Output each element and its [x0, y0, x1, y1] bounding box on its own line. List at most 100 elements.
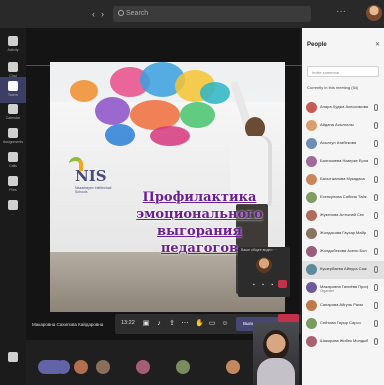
- participant-avatar: [306, 156, 317, 167]
- close-icon[interactable]: ✕: [375, 41, 380, 48]
- rail-label: Files: [9, 188, 17, 192]
- participant-avatar: [306, 228, 317, 239]
- participant-name: Анара Худжа Аспосимова: [320, 104, 368, 109]
- participant-name: Сапарова Айгуль Рахм: [320, 302, 363, 307]
- rail-activity[interactable]: Activity: [0, 32, 26, 58]
- self-preview-controls[interactable]: ▪ ▪ ▪: [253, 282, 276, 288]
- apps-icon: [8, 352, 18, 362]
- participant-avatar: [306, 120, 317, 131]
- participant-role: Organizer: [320, 289, 334, 293]
- more-icon: [8, 200, 18, 210]
- forward-arrow-icon[interactable]: ›: [101, 9, 104, 19]
- mic-icon: [374, 302, 378, 309]
- participant-avatar: [306, 318, 317, 329]
- assignments-icon: [8, 128, 18, 138]
- rail-files[interactable]: Files: [0, 172, 26, 198]
- participants-section-label[interactable]: Currently in this meeting (54): [307, 85, 358, 90]
- rail-calendar[interactable]: Calendar: [0, 100, 26, 126]
- participant-tile[interactable]: [226, 360, 240, 374]
- share-icon[interactable]: ⇪: [168, 319, 176, 328]
- participant-row[interactable]: Анара Худжа Аспосимова: [302, 99, 384, 117]
- back-arrow-icon[interactable]: ‹: [92, 9, 95, 19]
- participant-tile[interactable]: [176, 360, 190, 374]
- participant-row[interactable]: Бахытжанова Мукадаса: [302, 171, 384, 189]
- profile-avatar[interactable]: [366, 5, 382, 21]
- app-rail: Activity Chat Teams Calendar Assignments…: [0, 28, 26, 385]
- mic-icon: [374, 338, 378, 345]
- participant-avatar: [306, 336, 317, 347]
- participant-row[interactable]: Жолдасова Гаухар Майр: [302, 225, 384, 243]
- title-bar: ‹ › Search ···: [0, 0, 384, 28]
- participant-avatar: [306, 174, 317, 185]
- rail-label: Calls: [9, 164, 17, 168]
- participant-row[interactable]: Есенкулова Сабина Тайк: [302, 189, 384, 207]
- rail-label: ...: [11, 212, 15, 216]
- participant-avatar: [306, 138, 317, 149]
- rail-more[interactable]: ...: [0, 196, 26, 222]
- participant-name: Есенкулова Сабина Тайк: [320, 194, 367, 199]
- meeting-timer: 13:22: [121, 320, 135, 326]
- mic-icon[interactable]: ♪: [155, 319, 163, 328]
- participant-row[interactable]: Сапарова Айгуль Рахм: [302, 297, 384, 315]
- nis-logo: NIS Nazarbayev Intellectual Schools: [69, 157, 115, 194]
- participant-tile[interactable]: [74, 360, 88, 374]
- mic-icon: [374, 194, 378, 201]
- participant-bubble[interactable]: [38, 360, 64, 374]
- participant-list: Анара Худжа Аспосимова Айдана Асылгалы Асы…: [302, 99, 384, 351]
- people-title: People: [307, 42, 327, 48]
- chat-icon: [8, 62, 18, 72]
- invite-search-input[interactable]: Invite someone: [307, 66, 379, 77]
- rail-label: Calendar: [5, 116, 21, 120]
- mic-icon: [374, 140, 378, 147]
- participant-row[interactable]: Макаровна Галиёва ПрофилOrganizer: [302, 279, 384, 297]
- rail-apps[interactable]: [0, 348, 26, 374]
- participant-tile[interactable]: [136, 360, 150, 374]
- rail-assignments[interactable]: Assignments: [0, 124, 26, 150]
- participant-row[interactable]: Жолдыбекова Асель Бол: [302, 243, 384, 261]
- participant-name: Жолдасова Гаухар Майр: [320, 230, 367, 235]
- rail-label: Activity: [7, 48, 19, 52]
- participants-icon[interactable]: ☺: [221, 319, 229, 328]
- mic-icon: [374, 158, 378, 165]
- paint-splash: [95, 97, 130, 125]
- participant-avatar: [306, 246, 317, 257]
- participant-row[interactable]: Кушербаева Айнура Саж: [302, 261, 384, 279]
- participant-name: Жукенова Алтынай Сек: [320, 212, 364, 217]
- mic-icon: [374, 266, 378, 273]
- participant-name: Айдана Асылгалы: [320, 122, 354, 127]
- raise-hand-icon[interactable]: ✋: [195, 319, 204, 328]
- active-speaker-video[interactable]: [253, 322, 299, 385]
- self-avatar: [256, 257, 272, 273]
- more-icon[interactable]: ⋯: [181, 319, 189, 328]
- speaker-head: [263, 330, 289, 360]
- search-icon: [118, 10, 124, 16]
- participant-avatar: [306, 210, 317, 221]
- participant-row[interactable]: Асылгул Атабекова: [302, 135, 384, 153]
- participant-name: Балгазиева Назерке Ерлан: [320, 158, 368, 163]
- self-video-preview[interactable]: Ваше общее видео ··· ▪ ▪ ▪: [238, 247, 290, 297]
- search-input[interactable]: Search: [113, 6, 311, 22]
- rail-calls[interactable]: Calls: [0, 148, 26, 174]
- people-panel: People ✕ Invite someone Currently in thi…: [302, 28, 384, 385]
- rail-label: Assignments: [2, 140, 24, 144]
- nis-logo-subtitle: Nazarbayev Intellectual Schools: [75, 186, 112, 194]
- chat-icon[interactable]: ▭: [208, 319, 216, 328]
- mic-icon: [374, 230, 378, 237]
- participant-name: Шакирова Жибек Молдыбаев: [320, 338, 368, 343]
- camera-icon[interactable]: ▣: [142, 319, 150, 328]
- participant-row[interactable]: Шакирова Жибек Молдыбаев: [302, 333, 384, 351]
- paint-splash: [180, 102, 215, 128]
- stop-sharing-icon[interactable]: [278, 280, 287, 288]
- calendar-icon: [8, 104, 18, 114]
- participant-row[interactable]: Сейтова Гауыр Сарсо: [302, 315, 384, 333]
- more-options-icon[interactable]: ···: [336, 6, 346, 17]
- participant-avatar: [306, 192, 317, 203]
- participant-row[interactable]: Жукенова Алтынай Сек: [302, 207, 384, 225]
- participant-row[interactable]: Балгазиева Назерке Ерлан: [302, 153, 384, 171]
- teams-icon: [8, 81, 18, 91]
- participant-name: Кушербаева Айнура Саж: [320, 266, 367, 271]
- nis-logo-mark: [69, 157, 83, 171]
- participant-row[interactable]: Айдана Асылгалы: [302, 117, 384, 135]
- participant-avatar: [306, 300, 317, 311]
- participant-tile[interactable]: [96, 360, 110, 374]
